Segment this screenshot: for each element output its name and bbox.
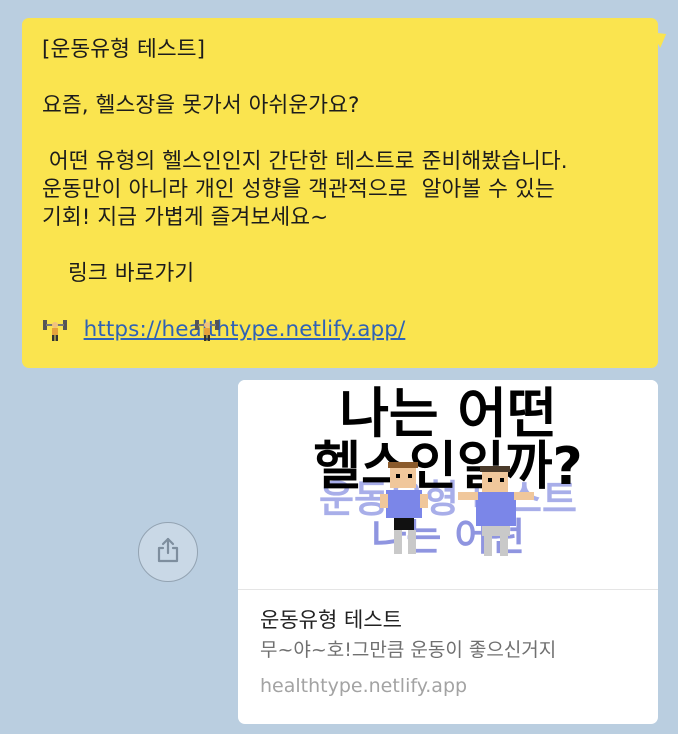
- message-line: 요즘, 헬스장을 못가서 아쉬운가요?: [42, 93, 360, 118]
- thumb-text-2: 헬스인일까?: [313, 437, 582, 497]
- preview-thumbnail[interactable]: 운동유형 테스트 나는 어떤 나는 어떤 헬스인일까?: [238, 380, 658, 590]
- share-button[interactable]: [138, 522, 198, 582]
- link-label: 링크 바로가기: [68, 261, 195, 286]
- preview-domain: healthtype.netlify.app: [260, 675, 468, 697]
- message-line: 기회! 지금 가볍게 즐겨보세요~: [42, 205, 329, 230]
- weightlifter-icon: [42, 261, 68, 341]
- message-line: 운동만이 아니라 개인 성향을 객관적으로 알아볼 수 있는: [42, 177, 555, 202]
- link-label-row: 링크 바로가기: [42, 260, 638, 341]
- message-line: 어떤 유형의 헬스인인지 간단한 테스트로 준비해봤습니다.: [42, 149, 568, 174]
- preview-title[interactable]: 운동유형 테스트: [260, 606, 636, 634]
- message-link[interactable]: https://healthtype.netlify.app/: [84, 317, 406, 342]
- message-line: [운동유형 테스트]: [42, 37, 206, 62]
- preview-description: 무~야~호!그만큼 운동이 좋으신거지: [260, 639, 557, 661]
- share-icon: [153, 535, 183, 569]
- thumb-text-1: 나는 어떤: [339, 382, 557, 445]
- message-bubble[interactable]: [운동유형 테스트] 요즘, 헬스장을 못가서 아쉬운가요? 어떤 유형의 헬스…: [22, 18, 671, 368]
- link-preview-card[interactable]: 운동유형 테스트 나는 어떤 나는 어떤 헬스인일까? 운동유형 테스트 무~야…: [238, 380, 658, 724]
- chat-window: [운동유형 테스트] 요즘, 헬스장을 못가서 아쉬운가요? 어떤 유형의 헬스…: [0, 0, 678, 734]
- bubble-tail: [651, 26, 671, 48]
- weightlifter-icon: [194, 261, 220, 341]
